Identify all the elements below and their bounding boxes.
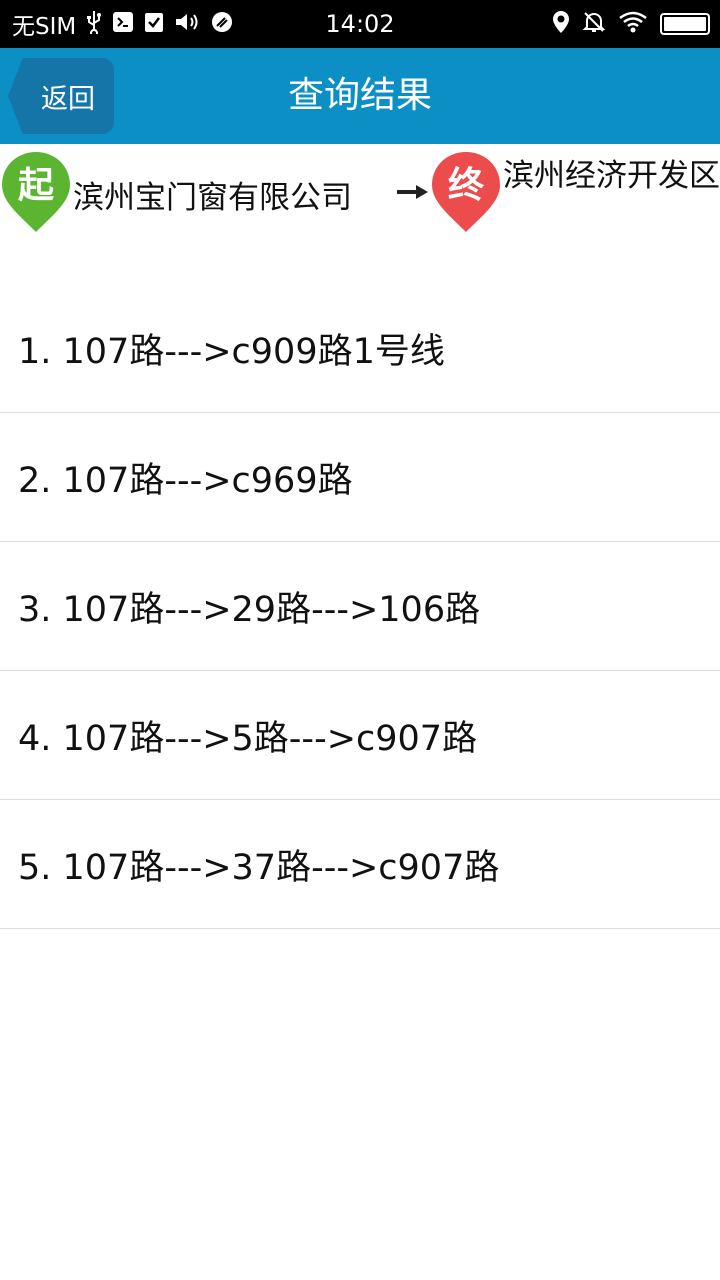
location-icon: [552, 10, 570, 38]
end-badge-label: 终: [447, 165, 484, 206]
end-marker-icon: 终: [430, 150, 502, 234]
start-marker-icon: 起: [0, 150, 72, 234]
status-bar: 无SIM 14:02: [0, 0, 720, 48]
back-button-label: 返回: [41, 83, 95, 115]
wifi-icon: [618, 11, 648, 37]
list-item[interactable]: 1. 107路--->c909路1号线: [0, 284, 720, 413]
nav-bar: 返回 查询结果: [0, 48, 720, 144]
arrow-right-icon: [396, 180, 430, 204]
alarm-off-icon: [582, 10, 606, 38]
list-item[interactable]: 4. 107路--->5路--->c907路: [0, 671, 720, 800]
start-badge-label: 起: [17, 165, 54, 206]
back-button[interactable]: 返回: [8, 58, 114, 134]
list-item[interactable]: 5. 107路--->37路--->c907路: [0, 800, 720, 929]
route-summary: 起 滨州宝门窗有限公司 终 滨州经济开发区: [0, 144, 720, 244]
battery-icon: [660, 13, 710, 35]
start-location: 滨州宝门窗有限公司: [73, 180, 352, 216]
status-right: [552, 0, 710, 48]
results-list: 1. 107路--->c909路1号线 2. 107路--->c969路 3. …: [0, 284, 720, 929]
end-location: 滨州经济开发区: [503, 158, 720, 194]
list-item[interactable]: 3. 107路--->29路--->106路: [0, 542, 720, 671]
list-item[interactable]: 2. 107路--->c969路: [0, 413, 720, 542]
